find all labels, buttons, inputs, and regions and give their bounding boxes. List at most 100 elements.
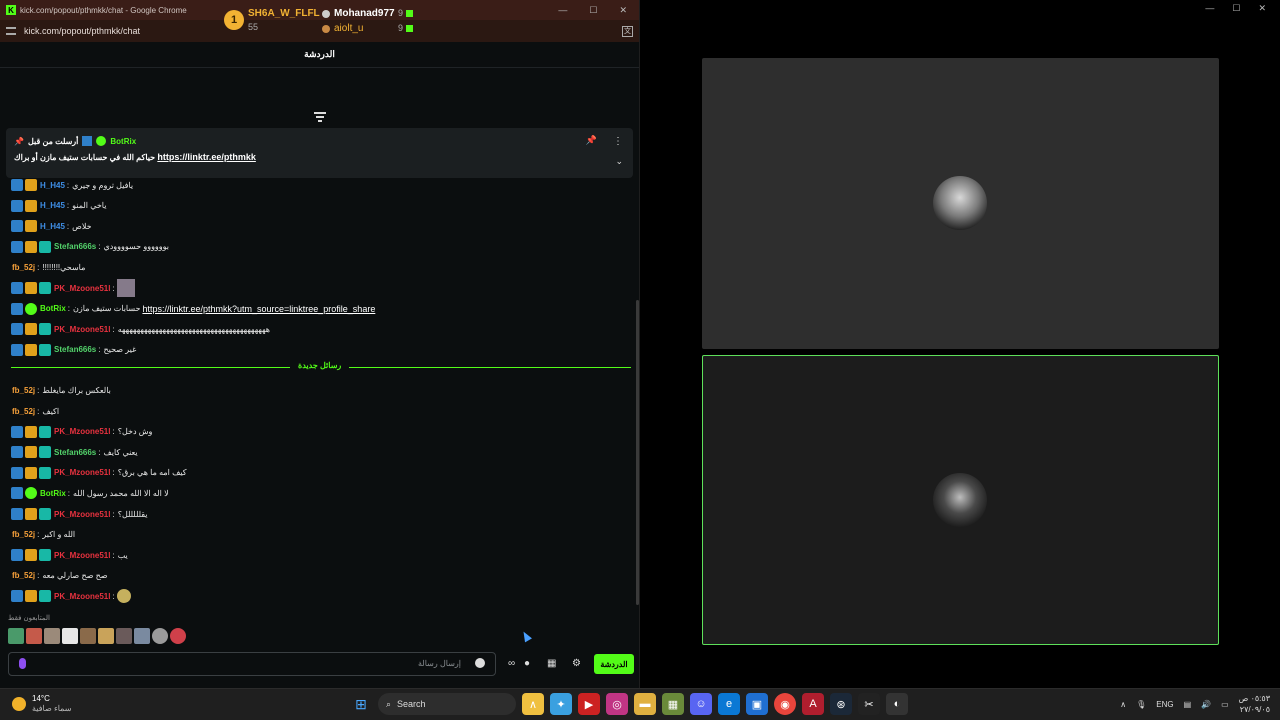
- follower-avatar[interactable]: [134, 628, 150, 644]
- message-username[interactable]: H_H45: [40, 201, 65, 210]
- chrome-icon[interactable]: ◉: [774, 693, 796, 715]
- obs-icon[interactable]: ◐: [886, 693, 908, 715]
- speaker-icon[interactable]: 🔊: [1201, 700, 1211, 709]
- close-button[interactable]: ✕: [1258, 3, 1266, 14]
- store-icon[interactable]: ▦: [547, 658, 556, 669]
- more-options-icon[interactable]: ⋮: [613, 136, 623, 147]
- acrobat-icon[interactable]: A: [802, 693, 824, 715]
- message-username[interactable]: fb_52j: [12, 407, 35, 416]
- message-username[interactable]: fb_52j: [12, 386, 35, 395]
- windows-start-icon[interactable]: ⊞: [350, 693, 372, 715]
- chevron-down-icon[interactable]: ⌄: [615, 156, 623, 167]
- language-indicator[interactable]: ENG: [1156, 700, 1173, 709]
- message-username[interactable]: fb_52j: [12, 530, 35, 539]
- maximize-button[interactable]: ☐: [1232, 3, 1240, 14]
- follower-avatar[interactable]: [8, 628, 24, 644]
- message-username[interactable]: fb_52j: [12, 263, 35, 272]
- chat-message: PK_Mzoone51l: ههههههههههههههههههههههههههه…: [11, 322, 270, 336]
- message-username[interactable]: PK_Mzoone51l: [54, 284, 110, 293]
- gifter-3[interactable]: aiolt_u: [322, 23, 363, 34]
- minecraft-icon[interactable]: ▦: [662, 693, 684, 715]
- close-button[interactable]: ✕: [619, 5, 627, 16]
- message-username[interactable]: BotRix: [40, 304, 66, 313]
- message-username[interactable]: PK_Mzoone51l: [54, 551, 110, 560]
- message-username[interactable]: fb_52j: [12, 571, 35, 580]
- followers-only-label: المتابعون فقط: [8, 615, 50, 622]
- tray-overflow-icon[interactable]: ∧: [1120, 700, 1126, 709]
- follower-avatar[interactable]: [80, 628, 96, 644]
- minimize-button[interactable]: —: [1205, 3, 1214, 14]
- top-gifter-name[interactable]: SH6A_W_FLFL: [248, 8, 320, 19]
- message-username[interactable]: Stefan666s: [54, 448, 96, 457]
- message-username[interactable]: PK_Mzoone51l: [54, 468, 110, 477]
- username-separator: :: [37, 571, 40, 581]
- sticky-app-icon[interactable]: ∧: [522, 693, 544, 715]
- message-link[interactable]: https://linktr.ee/pthmkk?utm_source=link…: [142, 304, 375, 314]
- pinned-link[interactable]: https://linktr.ee/pthmkk: [157, 152, 256, 162]
- chat-send-button[interactable]: الدردشة: [594, 654, 634, 674]
- pinned-author[interactable]: BotRix: [110, 137, 136, 146]
- microphone-tray-icon[interactable]: 🎙: [1136, 700, 1146, 709]
- edge-icon[interactable]: e: [718, 693, 740, 715]
- follower-avatar[interactable]: [62, 628, 78, 644]
- microphone-icon[interactable]: [19, 658, 26, 669]
- mouse-cursor-icon: [520, 629, 532, 643]
- battery-icon[interactable]: ▭: [1221, 700, 1229, 709]
- file-explorer-icon[interactable]: ▬: [634, 693, 656, 715]
- site-info-icon[interactable]: [6, 27, 16, 35]
- username-separator: :: [66, 201, 70, 211]
- bronze-medal-icon: [322, 24, 330, 33]
- unpin-icon[interactable]: 📌: [586, 135, 597, 146]
- translate-icon[interactable]: 文: [622, 25, 633, 37]
- follower-avatar[interactable]: [26, 628, 42, 644]
- clock[interactable]: ٠٥:٥٣ ص ٢٧/٠٩/٠٥: [1239, 693, 1270, 715]
- store-icon[interactable]: ▣: [746, 693, 768, 715]
- chat-input[interactable]: إرسال رسالة: [8, 652, 496, 676]
- collapse-icon[interactable]: [314, 112, 326, 122]
- chrome-popout-window: K kick.com/popout/pthmkk/chat - Google C…: [0, 0, 640, 688]
- participant-tile[interactable]: [702, 58, 1219, 349]
- message-username[interactable]: H_H45: [40, 222, 65, 231]
- chat-scrollbar[interactable]: [636, 300, 639, 605]
- infinity-icon[interactable]: ∞: [508, 658, 515, 669]
- participant-avatar: [933, 176, 987, 230]
- discord-icon[interactable]: ☺: [690, 693, 712, 715]
- message-username[interactable]: PK_Mzoone51l: [54, 325, 110, 334]
- arrow-badge-icon: [11, 590, 23, 603]
- network-icon[interactable]: ▤: [1184, 700, 1192, 709]
- emoji-icon[interactable]: [475, 658, 485, 668]
- maximize-button[interactable]: ☐: [589, 5, 597, 16]
- steam-icon[interactable]: ⊛: [830, 693, 852, 715]
- follower-avatar[interactable]: [170, 628, 186, 644]
- chat-header: الدردشة: [0, 42, 639, 68]
- message-username[interactable]: H_H45: [40, 181, 65, 190]
- chat-message: H_H45: يافيل تروم و جيري: [11, 178, 133, 192]
- chat-message: fb_52j: !!!!!!!!ماسحي: [11, 260, 85, 274]
- follower-avatar[interactable]: [116, 628, 132, 644]
- follower-avatar[interactable]: [152, 628, 168, 644]
- message-username[interactable]: PK_Mzoone51l: [54, 592, 110, 601]
- message-username[interactable]: Stefan666s: [54, 242, 96, 251]
- crown-badge-icon: [25, 425, 37, 438]
- follower-avatar[interactable]: [98, 628, 114, 644]
- gifter-2[interactable]: Mohanad977: [322, 8, 395, 19]
- new-messages-label: رسائل جديدة: [290, 361, 350, 370]
- instagram-icon[interactable]: ◎: [606, 693, 628, 715]
- message-username[interactable]: PK_Mzoone51l: [54, 510, 110, 519]
- weather-widget[interactable]: 14°C سماء صافية: [12, 694, 72, 713]
- arrow-badge-icon: [11, 425, 23, 438]
- copilot-icon[interactable]: ✦: [550, 693, 572, 715]
- settings-gear-icon[interactable]: ⚙: [572, 658, 581, 669]
- message-username[interactable]: PK_Mzoone51l: [54, 427, 110, 436]
- media-player-icon[interactable]: ▶: [578, 693, 600, 715]
- message-username[interactable]: BotRix: [40, 489, 66, 498]
- capcut-icon[interactable]: ✂: [858, 693, 880, 715]
- participant-tile-active-speaker[interactable]: [702, 355, 1219, 645]
- message-username[interactable]: Stefan666s: [54, 345, 96, 354]
- follower-avatar[interactable]: [44, 628, 60, 644]
- taskbar-search[interactable]: ⌕ Search: [378, 693, 516, 715]
- gift-icon: [406, 9, 414, 17]
- clock-time: ٠٥:٥٣ ص: [1238, 694, 1270, 703]
- points-icon[interactable]: ●: [524, 658, 530, 669]
- minimize-button[interactable]: —: [558, 5, 567, 16]
